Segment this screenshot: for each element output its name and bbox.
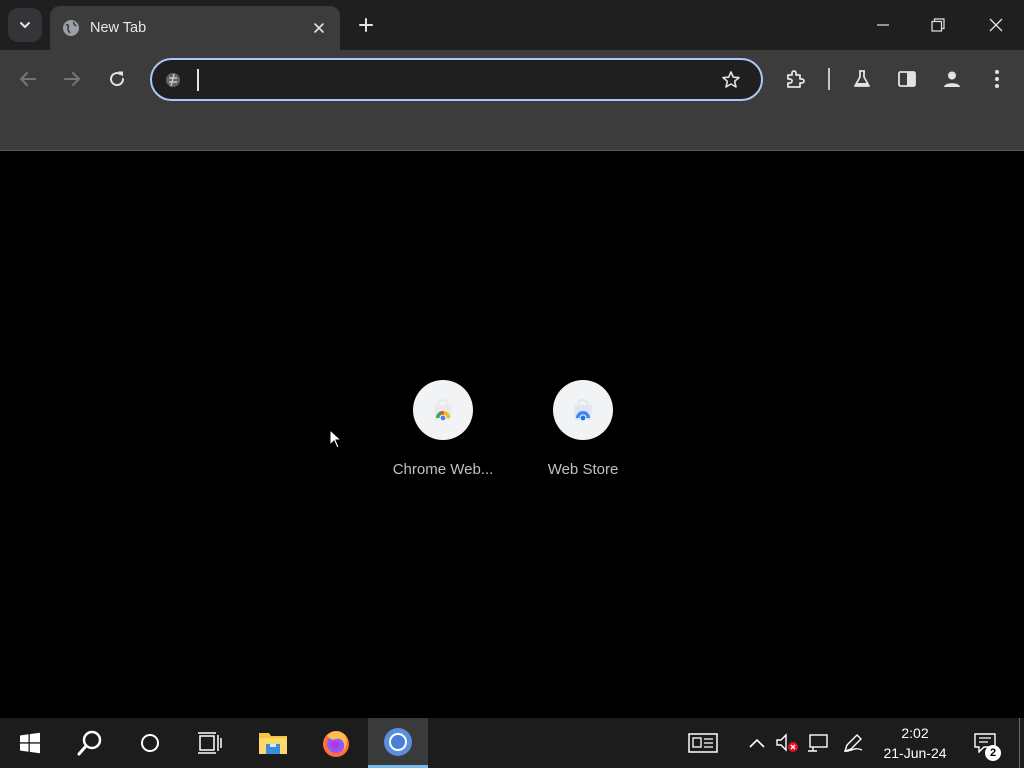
web-store-icon (574, 399, 592, 422)
shortcut-label: Web Store (547, 461, 619, 478)
plus-icon (359, 18, 373, 32)
shortcut-tile[interactable] (413, 380, 473, 440)
text-caret (197, 69, 199, 91)
task-view-icon (198, 732, 222, 754)
notification-count-badge: 2 (985, 745, 1001, 761)
volume-muted-icon (776, 733, 798, 752)
task-view-button[interactable] (180, 718, 240, 768)
close-icon (314, 23, 324, 33)
tab-new-tab[interactable]: New Tab (50, 6, 340, 50)
new-tab-page: Chrome Web... Web Store (0, 151, 1024, 718)
labs-button[interactable] (846, 63, 878, 95)
shortcut-tile[interactable] (553, 380, 613, 440)
start-button[interactable] (0, 718, 60, 768)
file-explorer-icon (259, 733, 287, 754)
shortcut-chrome-web-store[interactable]: Chrome Web... (383, 380, 503, 478)
site-info-icon[interactable] (161, 68, 185, 92)
chevron-up-icon (749, 738, 765, 748)
news-widget-button[interactable] (686, 718, 720, 768)
profile-icon (944, 71, 960, 87)
show-hidden-icons-button[interactable] (746, 718, 768, 768)
restore-icon (931, 18, 945, 32)
star-icon (722, 70, 740, 88)
cortana-icon (141, 734, 159, 752)
menu-icon (995, 70, 999, 88)
cortana-button[interactable] (120, 718, 180, 768)
network-button[interactable] (806, 718, 830, 768)
minimize-button[interactable] (855, 0, 911, 50)
clock-time: 2:02 (901, 725, 929, 741)
chromium-icon (384, 727, 412, 756)
firefox-button[interactable] (306, 718, 366, 768)
chromium-button[interactable] (368, 718, 428, 768)
reload-icon (110, 71, 125, 87)
pen-icon (843, 734, 863, 753)
minimize-icon (877, 24, 889, 26)
search-button[interactable] (60, 718, 120, 768)
bookmark-button[interactable] (717, 66, 745, 94)
tab-search-button[interactable] (8, 8, 42, 42)
pen-workspace-button[interactable] (840, 718, 866, 768)
file-explorer-button[interactable] (243, 718, 303, 768)
tab-title: New Tab (90, 20, 147, 36)
new-tab-button[interactable] (352, 11, 380, 39)
extensions-button[interactable] (780, 63, 812, 95)
toolbar-separator (828, 68, 830, 90)
back-button[interactable] (12, 63, 44, 95)
side-panel-icon (898, 71, 916, 87)
reload-button[interactable] (101, 63, 133, 95)
system-clock[interactable]: 2:02 21-Jun-24 (876, 723, 954, 763)
action-center-button[interactable] (968, 718, 1002, 768)
address-bar[interactable] (150, 58, 763, 101)
windows-start-icon (20, 732, 40, 754)
mouse-cursor-icon (329, 429, 343, 449)
firefox-icon (323, 731, 349, 757)
show-desktop-button[interactable] (1019, 718, 1020, 768)
toolbar-lower-area (0, 108, 1024, 151)
shortcut-web-store[interactable]: Web Store (523, 380, 643, 478)
forward-button[interactable] (56, 63, 88, 95)
search-icon (77, 730, 102, 756)
volume-button[interactable] (774, 718, 800, 768)
address-input[interactable] (197, 65, 717, 94)
side-panel-button[interactable] (891, 63, 923, 95)
forward-icon (64, 72, 80, 86)
back-icon (20, 72, 36, 86)
news-icon (688, 733, 718, 753)
shortcut-label: Chrome Web... (392, 461, 494, 478)
extensions-icon (787, 70, 805, 88)
globe-icon (62, 19, 80, 37)
close-icon (989, 18, 1003, 32)
tab-close-button[interactable] (308, 17, 330, 39)
chrome-web-store-icon (434, 399, 452, 422)
chevron-down-icon (20, 22, 30, 28)
labs-icon (854, 70, 870, 87)
clock-date: 21-Jun-24 (883, 745, 947, 761)
menu-button[interactable] (981, 63, 1013, 95)
profile-button[interactable] (936, 63, 968, 95)
taskbar: 2:02 21-Jun-24 2 (0, 718, 1024, 768)
network-icon (808, 734, 828, 752)
tab-strip: New Tab (0, 0, 1024, 50)
restore-button[interactable] (910, 0, 966, 50)
window-close-button[interactable] (968, 0, 1024, 50)
